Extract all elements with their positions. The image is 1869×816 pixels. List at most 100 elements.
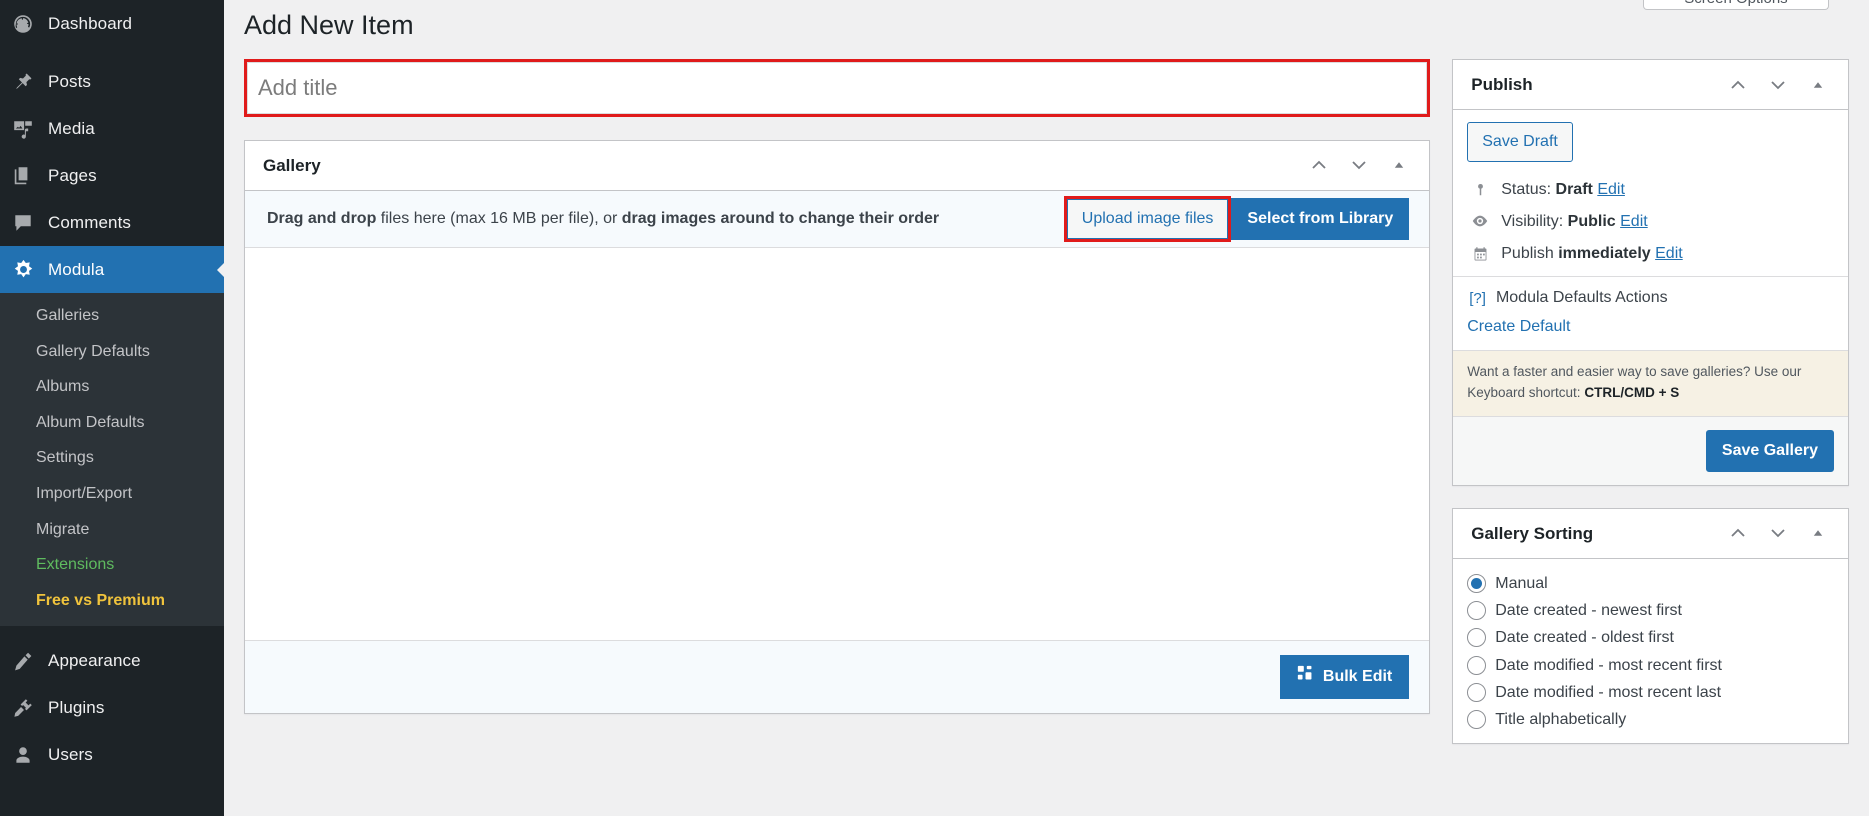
status-row: Status: Draft Edit [1467, 174, 1834, 206]
admin-sidebar: Dashboard Posts Media Pages Commen [0, 0, 224, 816]
gallery-images-canvas[interactable] [245, 248, 1429, 640]
triangle-up-icon[interactable] [1800, 515, 1836, 551]
sidebar-item-comments[interactable]: Comments [0, 199, 224, 246]
bulk-edit-button[interactable]: Bulk Edit [1280, 655, 1409, 699]
sidebar-item-modula[interactable]: Modula [0, 246, 224, 293]
sidebar-item-appearance[interactable]: Appearance [0, 637, 224, 684]
sorting-postbox-header: Gallery Sorting [1453, 509, 1848, 559]
submenu-item-settings[interactable]: Settings [0, 440, 224, 476]
dashboard-icon [12, 13, 48, 35]
select-from-library-button[interactable]: Select from Library [1231, 198, 1409, 240]
radio-icon[interactable] [1467, 683, 1486, 702]
appearance-icon [12, 650, 48, 672]
create-default-link[interactable]: Create Default [1467, 318, 1570, 336]
sort-option-label: Date modified - most recent first [1495, 654, 1722, 677]
sidebar-item-users[interactable]: Users [0, 731, 224, 778]
sidebar-item-plugins[interactable]: Plugins [0, 684, 224, 731]
status-text: Status: Draft Edit [1501, 181, 1625, 199]
sidebar-item-media[interactable]: Media [0, 105, 224, 152]
main-column: Gallery [244, 59, 1430, 736]
modula-defaults-section: [?] Modula Defaults Actions Create Defau… [1453, 276, 1848, 350]
sort-option-date-created-newest[interactable]: Date created - newest first [1467, 597, 1834, 624]
publish-handle-actions [1720, 67, 1836, 103]
sort-option-title-alphabetically[interactable]: Title alphabetically [1467, 706, 1834, 733]
content-area: Screen Options Add New Item Gallery [224, 0, 1869, 816]
submenu-item-import-export[interactable]: Import/Export [0, 476, 224, 512]
status-edit-link[interactable]: Edit [1597, 181, 1625, 198]
submenu-item-gallery-defaults[interactable]: Gallery Defaults [0, 334, 224, 370]
status-value: Draft [1556, 181, 1593, 198]
triangle-up-icon[interactable] [1381, 147, 1417, 183]
visibility-edit-link[interactable]: Edit [1620, 213, 1648, 230]
sort-option-date-modified-recent-last[interactable]: Date modified - most recent last [1467, 679, 1834, 706]
publish-label: Publish [1501, 245, 1553, 262]
defaults-actions-header: [?] Modula Defaults Actions [1467, 289, 1834, 307]
submenu-item-migrate[interactable]: Migrate [0, 512, 224, 548]
save-gallery-button[interactable]: Save Gallery [1706, 430, 1834, 472]
chevron-down-icon[interactable] [1760, 67, 1796, 103]
radio-icon[interactable] [1467, 656, 1486, 675]
title-input[interactable] [247, 62, 1427, 114]
modula-icon [12, 258, 48, 281]
sidebar-item-posts[interactable]: Posts [0, 58, 224, 105]
uploader-buttons: Upload image files Select from Library [1064, 196, 1409, 242]
sidebar-item-label: Appearance [48, 651, 141, 671]
radio-icon[interactable] [1467, 574, 1486, 593]
pin-icon [12, 71, 48, 93]
gallery-heading: Gallery [263, 154, 321, 178]
status-label: Status: [1501, 181, 1551, 198]
submenu-item-galleries[interactable]: Galleries [0, 298, 224, 334]
help-icon[interactable]: [?] [1469, 290, 1486, 307]
publish-postbox: Publish [1452, 59, 1849, 486]
triangle-up-icon[interactable] [1800, 67, 1836, 103]
chevron-up-icon[interactable] [1720, 67, 1756, 103]
chevron-up-icon[interactable] [1720, 515, 1756, 551]
uploader-text-bold-2: drag images around to change their order [622, 210, 939, 227]
modula-submenu: Galleries Gallery Defaults Albums Album … [0, 293, 224, 626]
radio-icon[interactable] [1467, 628, 1486, 647]
publish-value: immediately [1558, 245, 1650, 262]
users-icon [12, 744, 48, 766]
sidebar-item-label: Comments [48, 213, 131, 233]
page-title: Add New Item [224, 0, 1869, 59]
save-draft-button[interactable]: Save Draft [1467, 122, 1573, 162]
chevron-down-icon[interactable] [1760, 515, 1796, 551]
sidebar-item-label: Modula [48, 260, 104, 280]
keyboard-shortcut-notice: Want a faster and easier way to save gal… [1453, 350, 1848, 417]
chevron-up-icon[interactable] [1301, 147, 1337, 183]
sort-option-label: Manual [1495, 572, 1547, 595]
gallery-footer: Bulk Edit [245, 640, 1429, 713]
radio-icon[interactable] [1467, 601, 1486, 620]
visibility-value: Public [1568, 213, 1616, 230]
visibility-row: Visibility: Public Edit [1467, 206, 1834, 238]
visibility-text: Visibility: Public Edit [1501, 213, 1647, 231]
sort-option-date-modified-recent-first[interactable]: Date modified - most recent first [1467, 652, 1834, 679]
submenu-item-extensions[interactable]: Extensions [0, 547, 224, 583]
defaults-actions-label: Modula Defaults Actions [1496, 289, 1668, 307]
sort-option-manual[interactable]: Manual [1467, 570, 1834, 597]
upload-image-files-button[interactable]: Upload image files [1067, 199, 1229, 239]
sidebar-item-label: Plugins [48, 698, 104, 718]
admin-screen: Dashboard Posts Media Pages Commen [0, 0, 1869, 816]
uploader-text-bold-1: Drag and drop [267, 210, 376, 227]
submenu-item-albums[interactable]: Albums [0, 369, 224, 405]
sidebar-item-dashboard[interactable]: Dashboard [0, 0, 224, 47]
publish-date-row: Publish immediately Edit [1467, 238, 1834, 270]
gallery-postbox-header: Gallery [245, 141, 1429, 191]
visibility-label: Visibility: [1501, 213, 1563, 230]
screen-options-button[interactable]: Screen Options [1643, 0, 1829, 10]
plugins-icon [12, 697, 48, 719]
submenu-item-album-defaults[interactable]: Album Defaults [0, 405, 224, 441]
chevron-down-icon[interactable] [1341, 147, 1377, 183]
upload-button-highlight: Upload image files [1064, 196, 1232, 242]
eye-icon [1469, 213, 1491, 228]
radio-icon[interactable] [1467, 710, 1486, 729]
publish-edit-link[interactable]: Edit [1655, 245, 1683, 262]
sort-option-label: Date created - oldest first [1495, 626, 1674, 649]
media-icon [12, 118, 48, 140]
sidebar-item-pages[interactable]: Pages [0, 152, 224, 199]
sort-option-date-created-oldest[interactable]: Date created - oldest first [1467, 624, 1834, 651]
submenu-item-free-vs-premium[interactable]: Free vs Premium [0, 583, 224, 619]
uploader-instructions: Drag and drop files here (max 16 MB per … [267, 210, 939, 228]
calendar-icon [1469, 245, 1491, 263]
